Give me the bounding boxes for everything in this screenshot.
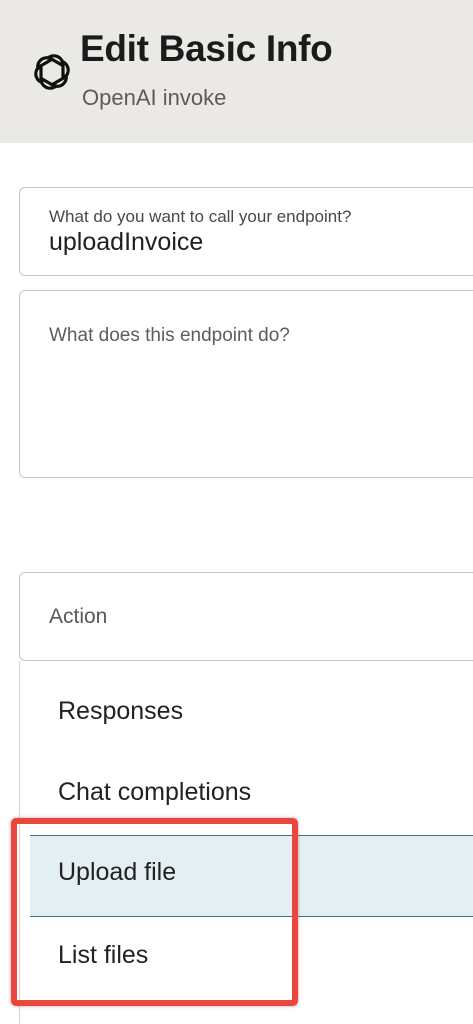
action-select[interactable]: Action	[19, 572, 473, 661]
endpoint-name-field[interactable]: What do you want to call your endpoint? …	[19, 187, 473, 276]
action-option-label: Upload file	[58, 858, 177, 886]
action-option-chat-completions[interactable]: Chat completions	[30, 754, 473, 836]
page-subtitle: OpenAI invoke	[82, 85, 227, 110]
action-option-label: List files	[58, 941, 149, 969]
action-option-label: Chat completions	[58, 778, 252, 806]
action-dropdown-list: Responses Chat completions Upload file L…	[19, 661, 473, 1024]
action-option-upload-file[interactable]: Upload file	[30, 835, 473, 917]
endpoint-name-label: What do you want to call your endpoint?	[49, 207, 352, 226]
page-title: Edit Basic Info	[80, 28, 333, 69]
openai-logo-icon	[34, 54, 70, 90]
action-option-list-files[interactable]: List files	[30, 917, 473, 999]
endpoint-description-field[interactable]: What does this endpoint do?	[19, 290, 473, 478]
endpoint-description-placeholder: What does this endpoint do?	[49, 325, 290, 346]
action-option-responses[interactable]: Responses	[30, 673, 473, 755]
action-select-label: Action	[49, 605, 108, 628]
endpoint-name-input[interactable]: uploadInvoice	[49, 228, 203, 257]
edit-basic-info-page: Edit Basic Info OpenAI invoke What do yo…	[0, 0, 473, 1024]
header: Edit Basic Info OpenAI invoke	[0, 0, 473, 143]
action-option-label: Responses	[58, 697, 184, 725]
